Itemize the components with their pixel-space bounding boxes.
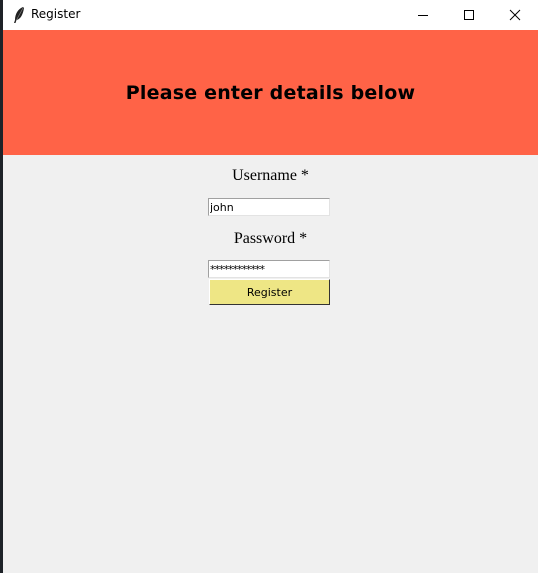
register-button[interactable]: Register	[209, 279, 330, 305]
password-field[interactable]	[208, 260, 330, 278]
password-label: Password *	[233, 230, 308, 247]
username-label: Username *	[232, 167, 309, 184]
header-banner: Please enter details below	[3, 30, 538, 155]
minimize-icon	[418, 15, 428, 16]
feather-icon	[14, 7, 24, 23]
register-window: Register Please enter details below User…	[3, 0, 538, 573]
maximize-button[interactable]	[446, 0, 492, 30]
username-field[interactable]	[208, 198, 330, 216]
maximize-icon	[464, 10, 474, 20]
title-bar[interactable]: Register	[3, 0, 538, 30]
minimize-button[interactable]	[400, 0, 446, 30]
close-icon	[509, 9, 521, 21]
window-title: Register	[31, 7, 81, 21]
close-button[interactable]	[492, 0, 538, 30]
header-text: Please enter details below	[125, 81, 416, 104]
